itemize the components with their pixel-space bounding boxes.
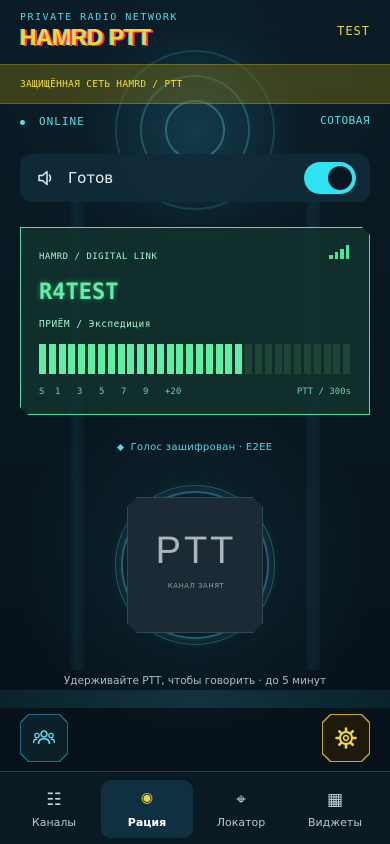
meter-segment <box>146 344 154 374</box>
tab-label: Каналы <box>31 816 77 829</box>
meter-segment <box>245 344 253 374</box>
meter-segment <box>235 344 243 374</box>
list-icon: ☷ <box>46 790 62 810</box>
tab-label: Локатор <box>216 816 266 829</box>
scale-tick: 3 <box>77 387 83 397</box>
ptt-label: PTT <box>155 530 237 572</box>
encryption-status: Голос зашифрован · E2EE <box>0 442 390 453</box>
meter-segment <box>107 344 115 374</box>
signal-meter <box>39 344 353 374</box>
meter-segment <box>294 344 302 374</box>
users-button[interactable] <box>20 714 68 762</box>
ptt-button[interactable]: PTT КАНАЛ ЗАНЯТ <box>127 497 263 633</box>
scale-tick: 7 <box>121 387 127 397</box>
bg-pipe <box>0 690 390 708</box>
meter-segment <box>264 344 272 374</box>
meter-segment <box>78 344 86 374</box>
meter-segment <box>254 344 262 374</box>
tab-widgets[interactable]: ▦ Виджеты <box>289 780 381 838</box>
ready-label: Готов <box>68 169 114 187</box>
tab-radio[interactable]: ◉ Рация <box>101 780 193 838</box>
network-type: СОТОВАЯ <box>320 114 370 127</box>
online-status: ONLINE <box>20 115 85 128</box>
meter-segment <box>176 344 184 374</box>
meter-segment <box>196 344 203 374</box>
app-brand: HAMRD PTT <box>20 24 151 50</box>
signal-bar <box>345 245 349 259</box>
meter-segment <box>333 344 341 374</box>
status-dot-icon <box>20 119 25 125</box>
link-title: HAMRD / DIGITAL LINK <box>39 252 158 262</box>
users-icon <box>32 730 56 745</box>
scale-tick: +20 <box>165 387 182 397</box>
scale-tick: 9 <box>143 387 149 397</box>
meter-segment <box>68 344 76 374</box>
tab-locator[interactable]: ⌖ Локатор <box>195 780 287 838</box>
tab-channels[interactable]: ☷ Каналы <box>8 780 100 838</box>
meter-segment <box>48 344 56 374</box>
meter-segment <box>303 344 311 374</box>
signal-bar <box>329 255 333 259</box>
radio-icon: ◉ <box>140 790 154 806</box>
meter-segment <box>205 344 213 374</box>
meter-segment <box>313 344 321 374</box>
audio-toggle[interactable] <box>304 162 356 194</box>
speaker-icon <box>38 170 52 186</box>
meter-segment <box>97 344 105 374</box>
toggle-knob <box>328 166 352 190</box>
meter-segment <box>39 344 46 374</box>
secure-network-banner: ЗАЩИЩЁННАЯ СЕТЬ HAMRD / PTT <box>0 64 390 104</box>
rx-channel-label: ПРИЁМ / Экспедиция <box>39 319 151 330</box>
network-label: PRIVATE RADIO NETWORK <box>20 12 178 23</box>
digital-link-card: HAMRD / DIGITAL LINK R4TEST ПРИЁМ / Эксп… <box>20 227 370 415</box>
bottom-tab-bar: ☷ Каналы ◉ Рация ⌖ Локатор ▦ Виджеты <box>0 771 390 844</box>
tab-label: Виджеты <box>307 816 363 829</box>
user-tag[interactable]: TEST <box>337 24 370 38</box>
ptt-hint: Удерживайте PTT, чтобы говорить · до 5 м… <box>63 675 327 687</box>
signal-bar <box>334 252 338 259</box>
banner-text: ЗАЩИЩЁННАЯ СЕТЬ HAMRD / PTT <box>20 79 183 90</box>
meter-segment <box>58 344 66 374</box>
status-row: ONLINE СОТОВАЯ <box>20 114 370 130</box>
meter-segment <box>274 344 282 374</box>
scale-tick: 5 <box>99 387 105 397</box>
meter-segment <box>88 344 96 374</box>
audio-ready-card: Готов <box>20 154 370 202</box>
meter-segment <box>127 344 135 374</box>
signal-strength-icon <box>329 245 351 259</box>
grid-icon: ▦ <box>326 790 344 810</box>
meter-segment <box>284 344 292 374</box>
meter-segment <box>323 344 331 374</box>
online-label: ONLINE <box>39 115 85 128</box>
meter-segment <box>186 344 194 374</box>
scale-tick: 1 <box>55 387 61 397</box>
gear-icon <box>335 727 357 749</box>
meter-segment <box>343 344 351 374</box>
scale-tick: S <box>39 387 45 397</box>
meter-segment <box>215 344 223 374</box>
tab-label: Рация <box>127 816 167 829</box>
app-header: PRIVATE RADIO NETWORK HAMRD PTT TEST <box>0 0 390 64</box>
ptt-timer: PTT / 300s <box>296 387 351 397</box>
channel-busy-label: КАНАЛ ЗАНЯТ <box>167 582 225 590</box>
signal-bar <box>340 249 344 259</box>
settings-button[interactable] <box>322 714 370 762</box>
meter-segment <box>225 344 233 374</box>
encryption-text: Голос зашифрован · E2EE <box>130 442 273 453</box>
meter-segment <box>117 344 125 374</box>
bg-ring <box>165 100 225 160</box>
meter-segment <box>166 344 174 374</box>
callsign: R4TEST <box>39 280 119 305</box>
meter-segment <box>156 344 164 374</box>
meter-segment <box>137 344 145 374</box>
crosshair-icon: ⌖ <box>236 790 246 810</box>
diamond-icon <box>116 443 124 451</box>
